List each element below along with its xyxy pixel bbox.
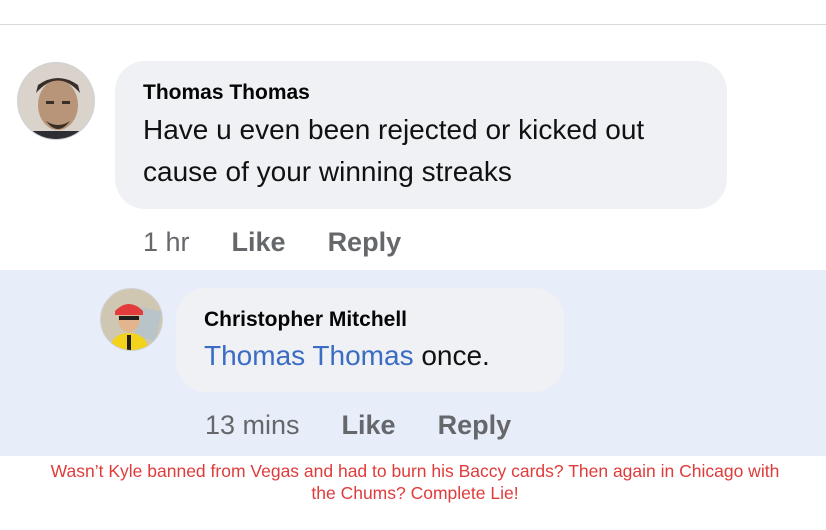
comment-meta: 1 hr Like Reply (143, 227, 401, 258)
reply-bubble: Christopher Mitchell Thomas Thomas once. (176, 288, 564, 392)
comment-bubble: Thomas Thomas Have u even been rejected … (115, 61, 727, 209)
top-divider (0, 24, 826, 25)
avatar[interactable] (17, 62, 95, 140)
like-button[interactable]: Like (342, 410, 396, 440)
avatar-photo-icon (101, 289, 162, 350)
reply-text: Thomas Thomas once. (204, 335, 490, 377)
avatar[interactable] (100, 288, 163, 351)
reply-author[interactable]: Christopher Mitchell (204, 308, 407, 332)
comment-text-line: Have u even been rejected or kicked out (143, 114, 645, 145)
reply-timestamp[interactable]: 13 mins (205, 410, 300, 440)
comment-text: Have u even been rejected or kicked out … (143, 109, 644, 193)
reply-button[interactable]: Reply (328, 227, 402, 257)
reply-meta: 13 mins Like Reply (205, 410, 511, 441)
reply-text-content: once. (413, 340, 490, 371)
comment-author[interactable]: Thomas Thomas (143, 81, 310, 105)
comment-timestamp[interactable]: 1 hr (143, 227, 190, 257)
reply-button[interactable]: Reply (438, 410, 512, 440)
caption-text: Wasn’t Kyle banned from Vegas and had to… (50, 461, 780, 503)
mention-link[interactable]: Thomas Thomas (204, 340, 414, 371)
comment-text-line: cause of your winning streaks (143, 156, 512, 187)
like-button[interactable]: Like (232, 227, 286, 257)
avatar-photo-icon (18, 63, 94, 139)
